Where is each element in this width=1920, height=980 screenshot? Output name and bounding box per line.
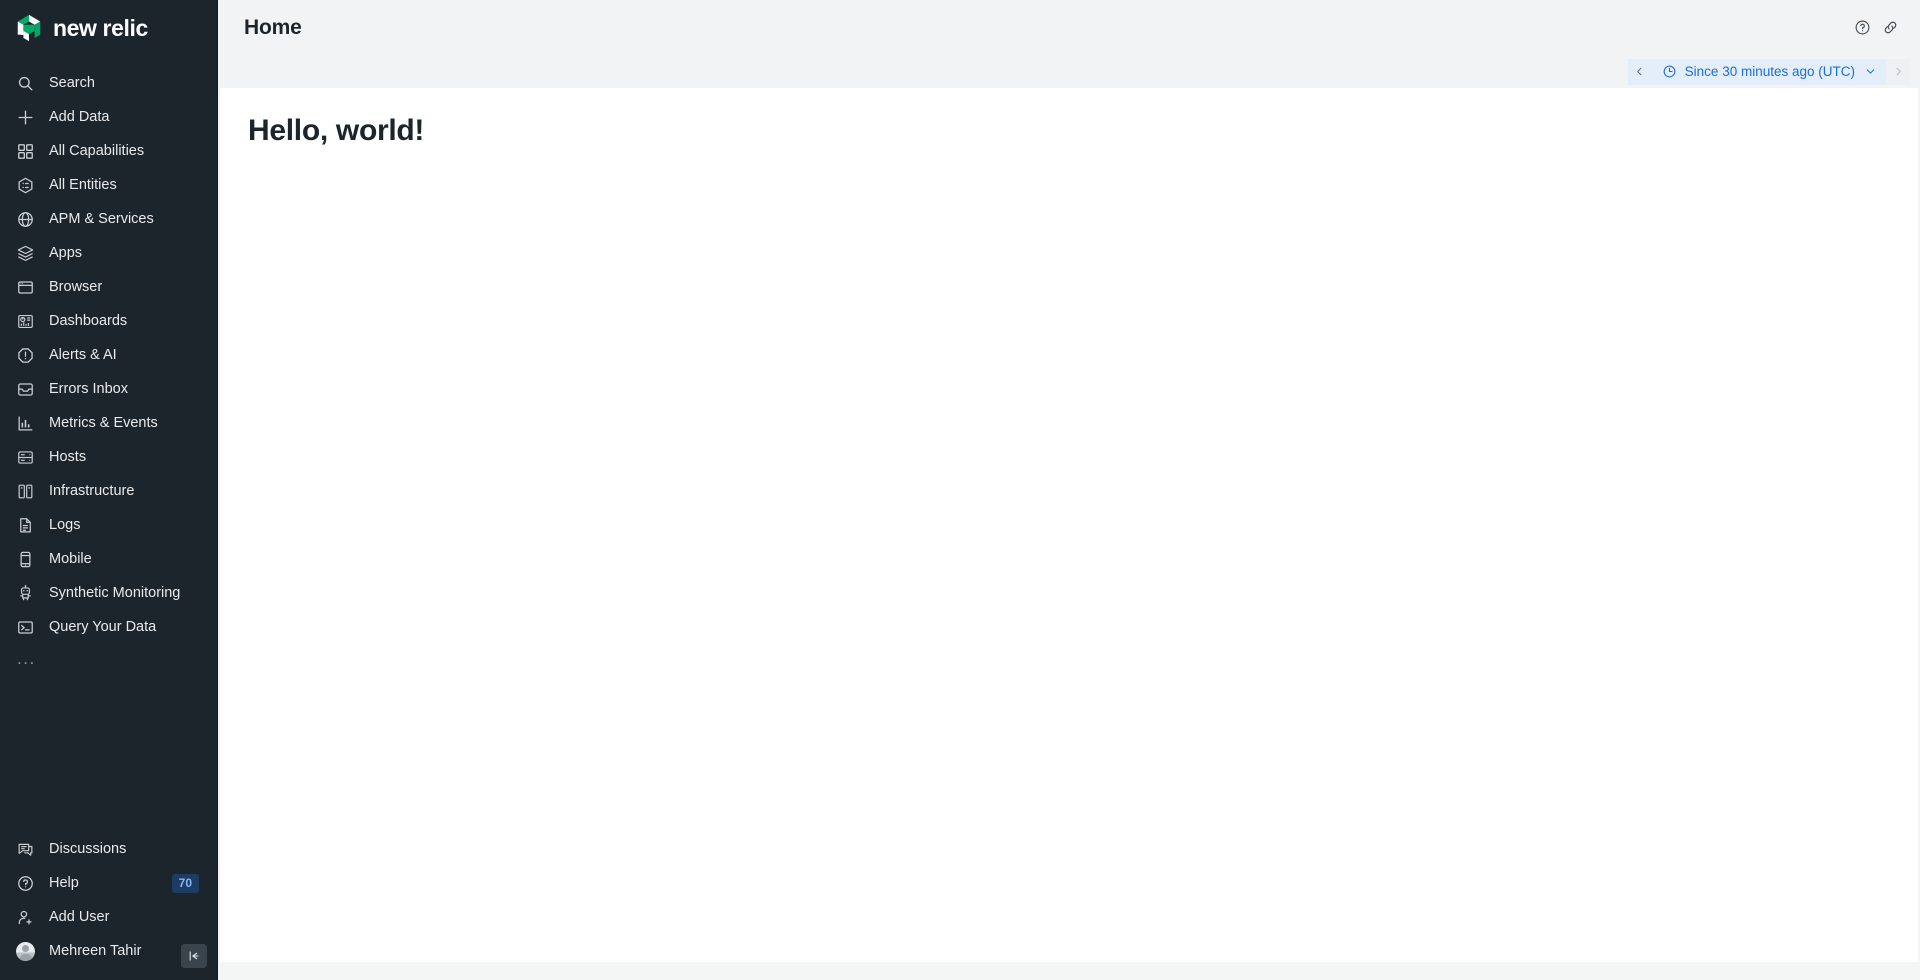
sidebar-item-dashboards[interactable]: Dashboards <box>0 304 217 338</box>
mobile-phone-icon <box>16 550 35 569</box>
sidebar-item-all-entities[interactable]: All Entities <box>0 168 217 202</box>
inbox-icon <box>16 380 35 399</box>
collapse-left-icon <box>189 951 199 961</box>
time-range-prev-button[interactable] <box>1627 58 1652 85</box>
hexagon-list-icon <box>16 176 35 195</box>
clock-icon <box>1663 65 1676 78</box>
sidebar-item-label: Errors Inbox <box>49 380 128 397</box>
time-range-label: Since 30 minutes ago (UTC) <box>1684 64 1855 79</box>
new-relic-cube-logo <box>17 14 41 42</box>
chevron-right-icon <box>1896 67 1901 76</box>
sidebar-item-search[interactable]: Search <box>0 66 217 100</box>
sidebar-item-logs[interactable]: Logs <box>0 508 217 542</box>
time-range-picker[interactable]: Since 30 minutes ago (UTC) <box>1627 58 1910 85</box>
sidebar-item-add-user[interactable]: Add User <box>0 900 217 934</box>
alert-exclamation-icon <box>16 346 35 365</box>
infrastructure-columns-icon <box>16 482 35 501</box>
sidebar-item-label: All Capabilities <box>49 142 145 159</box>
help-button[interactable] <box>1848 14 1876 42</box>
sidebar-item-apps[interactable]: Apps <box>0 236 217 270</box>
time-range-value-button[interactable]: Since 30 minutes ago (UTC) <box>1651 58 1886 85</box>
sidebar-item-metrics-events[interactable]: Metrics & Events <box>0 406 217 440</box>
sidebar-item-label: Metrics & Events <box>49 414 158 431</box>
sidebar-item-label: Infrastructure <box>49 482 135 499</box>
speech-bubble-icon <box>16 840 35 859</box>
sidebar-item-label: Add Data <box>49 108 110 125</box>
sidebar-item-label: Discussions <box>49 840 127 857</box>
sidebar-item-label: Apps <box>49 244 83 261</box>
sidebar-item-browser[interactable]: Browser <box>0 270 217 304</box>
sidebar-item-label: Query Your Data <box>49 618 157 635</box>
content-wrapper: Hello, world! <box>218 88 1920 980</box>
sidebar-item-label: Logs <box>49 516 81 533</box>
browser-window-icon <box>16 278 35 297</box>
terminal-prompt-icon <box>16 618 35 637</box>
brand-logo-area[interactable]: new relic <box>0 0 217 56</box>
sidebar: new relic Search Add Data All Capabiliti <box>0 0 218 980</box>
user-plus-icon <box>16 908 35 927</box>
sidebar-item-label: APM & Services <box>49 210 154 227</box>
time-range-next-button[interactable] <box>1886 58 1910 85</box>
hello-world-heading: Hello, world! <box>248 114 425 147</box>
time-range-bar: Since 30 minutes ago (UTC) <box>218 55 1920 88</box>
sidebar-item-label: Search <box>49 74 95 91</box>
sidebar-item-label: Synthetic Monitoring <box>49 584 181 601</box>
copy-link-button[interactable] <box>1876 14 1904 42</box>
sidebar-item-alerts-ai[interactable]: Alerts & AI <box>0 338 217 372</box>
grid-squares-icon <box>16 142 35 161</box>
sidebar-item-label: Mobile <box>49 550 92 567</box>
globe-icon <box>16 210 35 229</box>
sidebar-item-label: Help <box>49 874 79 891</box>
server-rows-icon <box>16 448 35 467</box>
brand-name: new relic <box>53 14 148 41</box>
plus-icon <box>16 108 35 127</box>
sidebar-item-query-your-data[interactable]: Query Your Data <box>0 610 217 644</box>
chevron-down-icon <box>1866 69 1875 74</box>
question-circle-icon <box>1855 20 1869 35</box>
bar-chart-icon <box>16 414 35 433</box>
dashboard-icon <box>16 312 35 331</box>
top-bar: Home <box>218 0 1920 55</box>
sidebar-item-add-data[interactable]: Add Data <box>0 100 217 134</box>
main-area: Home Since 30 minutes ago (UTC) Hello, w… <box>218 0 1920 980</box>
sidebar-item-infrastructure[interactable]: Infrastructure <box>0 474 217 508</box>
sidebar-item-help[interactable]: Help 70 <box>0 866 217 900</box>
chevron-left-icon <box>1637 67 1642 76</box>
sidebar-item-label: Add User <box>49 908 110 925</box>
sidebar-item-label: Hosts <box>49 448 87 465</box>
sidebar-item-discussions[interactable]: Discussions <box>0 832 217 866</box>
page-title: Home <box>244 15 302 39</box>
layers-icon <box>16 244 35 263</box>
sidebar-item-all-capabilities[interactable]: All Capabilities <box>0 134 217 168</box>
help-count-badge: 70 <box>171 873 199 893</box>
collapse-sidebar-button[interactable] <box>181 944 207 968</box>
avatar <box>16 941 35 961</box>
sidebar-item-synthetic-monitoring[interactable]: Synthetic Monitoring <box>0 576 217 610</box>
robot-icon <box>16 584 35 603</box>
sidebar-item-hosts[interactable]: Hosts <box>0 440 217 474</box>
question-circle-icon <box>16 874 35 893</box>
content-card: Hello, world! <box>220 88 1918 962</box>
search-icon <box>16 74 35 93</box>
sidebar-item-label: Browser <box>49 278 103 295</box>
sidebar-more-button[interactable]: ... <box>0 644 217 674</box>
sidebar-item-mobile[interactable]: Mobile <box>0 542 217 576</box>
sidebar-item-apm-services[interactable]: APM & Services <box>0 202 217 236</box>
document-lines-icon <box>16 516 35 535</box>
chain-link-icon <box>1884 21 1896 34</box>
sidebar-item-errors-inbox[interactable]: Errors Inbox <box>0 372 217 406</box>
sidebar-item-label: Dashboards <box>49 312 128 329</box>
sidebar-nav-main: Search Add Data All Capabilities All Ent… <box>0 56 217 674</box>
sidebar-item-label: All Entities <box>49 176 117 193</box>
sidebar-item-label: Alerts & AI <box>49 346 117 363</box>
app-root: new relic Search Add Data All Capabiliti <box>0 0 1920 980</box>
